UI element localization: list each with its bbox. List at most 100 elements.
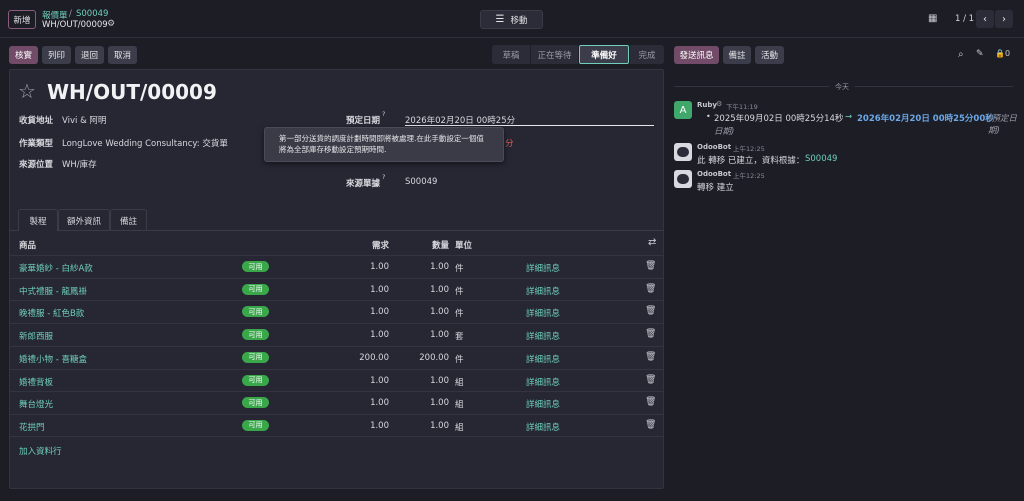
archive-icon[interactable]: ▦ [928, 13, 937, 24]
demand-value[interactable]: 1.00 [340, 421, 389, 431]
details-link[interactable]: 詳細訊息 [526, 398, 560, 410]
col-header-unit[interactable]: 單位 [455, 239, 472, 251]
demand-value[interactable]: 1.00 [340, 330, 389, 340]
cancel-button[interactable]: 取消 [108, 46, 137, 64]
unit-value[interactable]: 件 [455, 307, 464, 319]
message-author[interactable]: OdooBot [697, 143, 731, 151]
trash-icon[interactable]: 🗑 [645, 375, 656, 385]
col-header-demand[interactable]: 需求 [360, 239, 389, 251]
unit-value[interactable]: 套 [455, 330, 464, 342]
print-button[interactable]: 列印 [42, 46, 71, 64]
status-done[interactable]: 完成 [630, 45, 664, 64]
status-draft[interactable]: 草稿 [492, 45, 530, 64]
message-author[interactable]: OdooBot [697, 170, 731, 178]
avatar[interactable]: A [674, 101, 692, 119]
trash-icon[interactable]: 🗑 [645, 397, 656, 407]
demand-value[interactable]: 1.00 [340, 285, 389, 295]
validate-button[interactable]: 核實 [9, 46, 38, 64]
message-link[interactable]: S00049 [805, 154, 837, 164]
delivery-address-value[interactable]: Vivi & 阿明 [62, 114, 106, 126]
trash-icon[interactable]: 🗑 [645, 306, 656, 316]
source-location-value[interactable]: WH/庫存 [62, 158, 97, 170]
product-name[interactable]: 婚禮小物 - 喜糖盒 [19, 353, 87, 365]
operation-type-value[interactable]: LongLove Wedding Consultancy: 交貨單 [62, 137, 228, 149]
source-doc-value[interactable]: S00049 [405, 177, 437, 187]
tab-extra-info[interactable]: 額外資訊 [58, 209, 110, 231]
product-name[interactable]: 花拱門 [19, 421, 45, 433]
demand-value[interactable]: 1.00 [340, 398, 389, 408]
table-row[interactable]: 豪華婚紗 - 白紗A款 可用 1.00 1.00 件 詳細訊息 🗑 [9, 255, 663, 278]
breadcrumb-ref[interactable]: S00049 [76, 9, 108, 19]
scheduled-date-help[interactable]: ? [382, 110, 385, 118]
followers-icon[interactable]: 🔒0 [995, 49, 1010, 58]
product-name[interactable]: 舞台燈光 [19, 398, 53, 410]
message-author[interactable]: Ruby [697, 101, 717, 109]
quantity-value[interactable]: 1.00 [400, 421, 449, 431]
scheduled-date-input[interactable]: 2026年02月20日 00時25分 [405, 111, 654, 126]
demand-value[interactable]: 1.00 [340, 376, 389, 386]
status-waiting[interactable]: 正在等待 [531, 45, 578, 64]
table-row[interactable]: 舞台燈光 可用 1.00 1.00 組 詳細訊息 🗑 [9, 391, 663, 414]
unit-value[interactable]: 件 [455, 353, 464, 365]
tab-notes[interactable]: 備註 [110, 209, 147, 231]
quantity-value[interactable]: 200.00 [400, 353, 449, 363]
table-row[interactable]: 婚禮小物 - 喜糖盒 可用 200.00 200.00 件 詳細訊息 🗑 [9, 345, 663, 369]
details-link[interactable]: 詳細訊息 [526, 285, 560, 297]
demand-value[interactable]: 1.00 [340, 307, 389, 317]
table-row[interactable]: 花拱門 可用 1.00 1.00 組 詳細訊息 🗑 [9, 413, 663, 437]
unit-value[interactable]: 件 [455, 262, 464, 274]
table-row[interactable]: 晚禮服 - 紅色B款 可用 1.00 1.00 件 詳細訊息 🗑 [9, 300, 663, 323]
search-icon[interactable]: ⌕ [958, 49, 964, 60]
unit-value[interactable]: 組 [455, 421, 464, 433]
demand-value[interactable]: 200.00 [340, 353, 389, 363]
details-link[interactable]: 詳細訊息 [526, 262, 560, 274]
table-row[interactable]: 婚禮背板 可用 1.00 1.00 組 詳細訊息 🗑 [9, 368, 663, 392]
source-doc-help[interactable]: ? [382, 173, 385, 181]
details-link[interactable]: 詳細訊息 [526, 376, 560, 388]
details-link[interactable]: 詳細訊息 [526, 421, 560, 433]
product-name[interactable]: 新郎西服 [19, 330, 53, 342]
trash-icon[interactable]: 🗑 [645, 261, 656, 271]
new-button[interactable]: 新增 [8, 10, 36, 29]
col-header-product[interactable]: 商品 [19, 239, 36, 251]
pager-value[interactable]: 1 / 1 [955, 14, 974, 24]
return-button[interactable]: 退回 [75, 46, 104, 64]
star-icon[interactable]: ☆ [18, 79, 36, 103]
trash-icon[interactable]: 🗑 [645, 352, 656, 362]
trash-icon[interactable]: 🗑 [645, 329, 656, 339]
add-line-link[interactable]: 加入資料行 [19, 445, 62, 457]
send-message-button[interactable]: 發送訊息 [674, 46, 719, 64]
quantity-value[interactable]: 1.00 [400, 285, 449, 295]
details-link[interactable]: 詳細訊息 [526, 330, 560, 342]
details-link[interactable]: 詳細訊息 [526, 353, 560, 365]
tab-operations[interactable]: 製程 [18, 209, 58, 231]
paperclip-icon[interactable]: ✎ [976, 49, 984, 59]
product-name[interactable]: 婚禮背板 [19, 376, 53, 388]
move-button[interactable]: ☰ 移動 [480, 10, 543, 29]
pager-prev-button[interactable]: ‹ [976, 10, 994, 28]
product-name[interactable]: 晚禮服 - 紅色B款 [19, 307, 84, 319]
product-name[interactable]: 中式禮服 - 龍鳳褂 [19, 285, 87, 297]
quantity-value[interactable]: 1.00 [400, 330, 449, 340]
table-row[interactable]: 新郎西服 可用 1.00 1.00 套 詳細訊息 🗑 [9, 323, 663, 346]
trash-icon[interactable]: 🗑 [645, 284, 656, 294]
avatar[interactable] [674, 170, 692, 188]
unit-value[interactable]: 組 [455, 398, 464, 410]
log-note-button[interactable]: 備註 [723, 46, 751, 64]
unit-value[interactable]: 件 [455, 285, 464, 297]
quantity-value[interactable]: 1.00 [400, 376, 449, 386]
quantity-value[interactable]: 1.00 [400, 398, 449, 408]
quantity-value[interactable]: 1.00 [400, 262, 449, 272]
gear-icon[interactable]: ⚙ [107, 19, 115, 29]
demand-value[interactable]: 1.00 [340, 262, 389, 272]
avatar[interactable] [674, 143, 692, 161]
activity-button[interactable]: 活動 [755, 46, 784, 64]
quantity-value[interactable]: 1.00 [400, 307, 449, 317]
details-link[interactable]: 詳細訊息 [526, 307, 560, 319]
product-name[interactable]: 豪華婚紗 - 白紗A款 [19, 262, 93, 274]
table-row[interactable]: 中式禮服 - 龍鳳褂 可用 1.00 1.00 件 詳細訊息 🗑 [9, 277, 663, 301]
optional-columns-icon[interactable]: ⇄ [648, 237, 656, 248]
status-ready[interactable]: 準備好 [579, 45, 629, 64]
trash-icon[interactable]: 🗑 [645, 420, 656, 430]
unit-value[interactable]: 組 [455, 376, 464, 388]
